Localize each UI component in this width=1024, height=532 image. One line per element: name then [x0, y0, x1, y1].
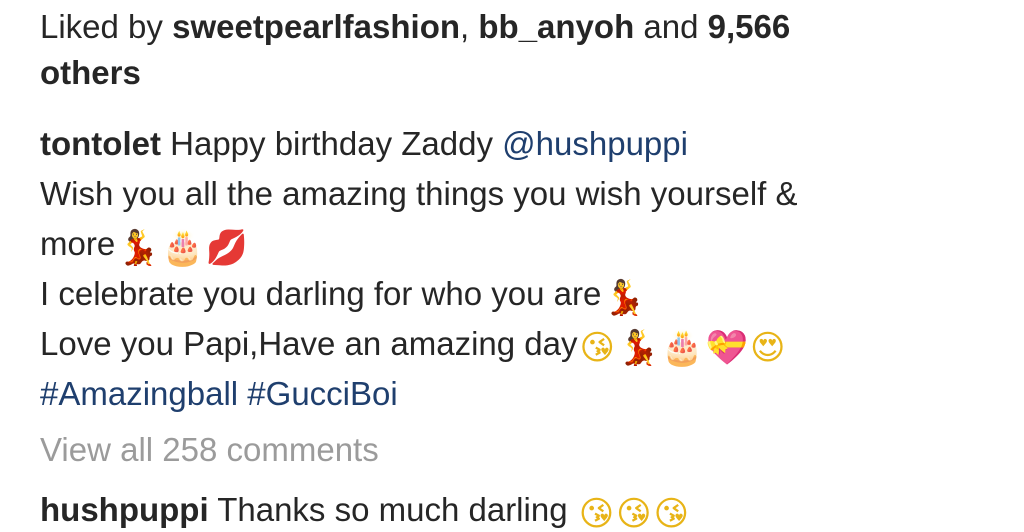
dancer-icon: 💃: [117, 228, 160, 268]
post-caption: tontolet Happy birthday Zaddy @hushpuppi…: [40, 119, 1000, 419]
caption-line-2: Wish you all the amazing things you wish…: [40, 175, 798, 212]
likes-and: and: [634, 8, 708, 45]
hashtag-link-2[interactable]: #GucciBoi: [247, 375, 397, 412]
kiss-mark-icon: 💋: [205, 228, 249, 268]
face-blowing-kiss-icon: 😘: [616, 494, 652, 532]
heart-eyes-icon: 😍: [750, 328, 786, 368]
caption-line-3: more💃🎂💋: [40, 219, 1000, 269]
face-blowing-kiss-icon: 😘: [653, 494, 690, 532]
caption-text-1: Happy birthday Zaddy: [160, 125, 503, 162]
liker-username-2[interactable]: bb_anyoh: [478, 8, 634, 45]
comment-text: Thanks so much darling: [208, 491, 577, 528]
caption-text-3: more: [40, 225, 116, 262]
view-all-comments-link[interactable]: View all 258 comments: [40, 425, 1000, 475]
caption-line-6: #Amazingball #GucciBoi: [40, 369, 1000, 419]
dancer-icon: 💃: [616, 328, 660, 368]
likes-count[interactable]: 9,566: [708, 8, 791, 45]
post-details: Liked by sweetpearlfashion, bb_anyoh and…: [40, 0, 1000, 532]
face-blowing-kiss-icon: 😘: [578, 494, 615, 532]
caption-line-5: Love you Papi,Have an amazing day😘💃🎂💝😍: [40, 319, 1000, 369]
likes-others[interactable]: others: [40, 54, 141, 91]
likes-prefix: Liked by: [40, 8, 173, 45]
likes-summary[interactable]: Liked by sweetpearlfashion, bb_anyoh and…: [40, 4, 1000, 96]
heart-with-ribbon-icon: 💝: [705, 328, 748, 368]
caption-username[interactable]: tontolet: [40, 125, 161, 162]
comment-username[interactable]: hushpuppi: [40, 491, 209, 528]
caption-text-4: I celebrate you darling for who you are: [40, 275, 602, 312]
mention-link[interactable]: @hushpuppi: [502, 125, 688, 162]
face-blowing-kiss-icon: 😘: [579, 328, 615, 368]
dancer-icon: 💃: [603, 278, 646, 318]
liker-username-1[interactable]: sweetpearlfashion: [172, 8, 460, 45]
likes-separator: ,: [460, 8, 479, 45]
birthday-cake-icon: 🎂: [661, 328, 704, 368]
hashtag-link-1[interactable]: #Amazingball: [40, 375, 238, 412]
comment-row: hushpuppi Thanks so much darling 😘😘😘: [40, 485, 1000, 532]
caption-text-5: Love you Papi,Have an amazing day: [40, 325, 578, 362]
caption-line-4: I celebrate you darling for who you are💃: [40, 269, 1000, 319]
birthday-cake-icon: 🎂: [161, 228, 204, 268]
caption-line-1: tontolet Happy birthday Zaddy @hushpuppi: [40, 119, 1000, 169]
